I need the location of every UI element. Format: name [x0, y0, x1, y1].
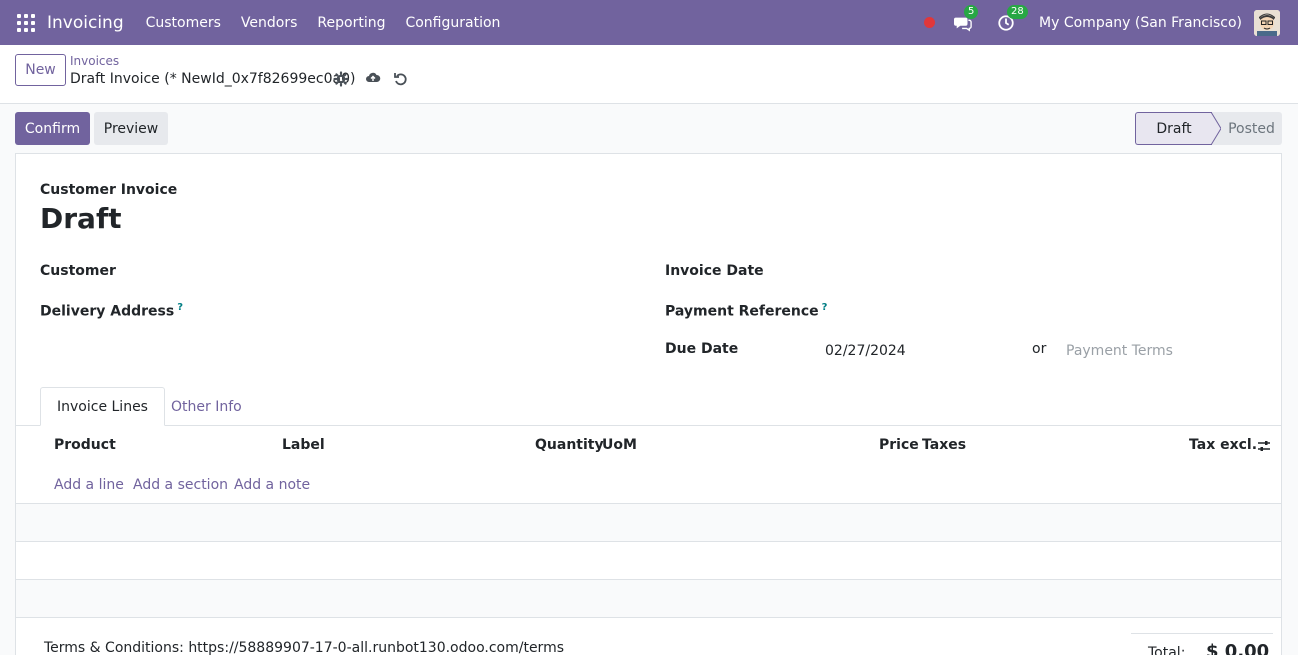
- preview-button[interactable]: Preview: [94, 112, 168, 145]
- menu-vendors[interactable]: Vendors: [231, 15, 307, 31]
- activities-badge: 28: [1007, 4, 1028, 19]
- tab-other-info[interactable]: Other Info: [155, 387, 258, 426]
- user-avatar[interactable]: [1254, 9, 1280, 36]
- column-taxes[interactable]: Taxes: [922, 437, 966, 453]
- app-name[interactable]: Invoicing: [47, 13, 124, 33]
- navbar-systray: 5 28 My Company (San Francisco): [924, 0, 1298, 45]
- optional-columns-toggle-icon[interactable]: [1257, 439, 1271, 453]
- control-panel: New Invoices Draft Invoice (* NewId_0x7f…: [0, 45, 1298, 104]
- add-section-link[interactable]: Add a section: [133, 477, 228, 493]
- status-bar: Posted Draft: [1135, 112, 1282, 145]
- payment-terms-input[interactable]: Payment Terms: [1066, 343, 1173, 359]
- due-date-label: Due Date: [665, 341, 739, 357]
- move-type-label: Customer Invoice: [40, 182, 178, 198]
- tab-invoice-lines[interactable]: Invoice Lines: [40, 387, 165, 426]
- recording-indicator-icon[interactable]: [924, 17, 936, 28]
- tab-divider: [16, 425, 1281, 426]
- row-divider: [16, 617, 1281, 618]
- or-separator: or: [1032, 341, 1047, 357]
- activities-clock-icon[interactable]: 28: [996, 4, 1028, 33]
- column-product[interactable]: Product: [54, 437, 116, 453]
- menu-configuration[interactable]: Configuration: [395, 15, 510, 31]
- payment-reference-label: Payment Reference?: [665, 302, 828, 320]
- invoice-date-label: Invoice Date: [665, 263, 764, 279]
- terms-and-conditions: Terms & Conditions: https://58889907-17-…: [44, 640, 565, 655]
- messages-badge: 5: [964, 4, 979, 19]
- new-button[interactable]: New: [15, 54, 66, 86]
- add-note-link[interactable]: Add a note: [234, 477, 310, 493]
- company-switcher[interactable]: My Company (San Francisco): [1039, 15, 1242, 31]
- breadcrumb-invoices[interactable]: Invoices: [70, 54, 119, 68]
- discard-undo-icon[interactable]: [393, 71, 409, 87]
- menu-customers[interactable]: Customers: [136, 15, 231, 31]
- invoice-form-sheet: Customer Invoice Draft Customer Delivery…: [15, 153, 1282, 655]
- help-tooltip-icon[interactable]: ?: [822, 302, 828, 313]
- add-line-link[interactable]: Add a line: [54, 477, 124, 493]
- confirm-button[interactable]: Confirm: [15, 112, 90, 145]
- total-amount: $ 0.00: [1206, 641, 1270, 655]
- cloud-save-icon[interactable]: [365, 70, 381, 86]
- status-arrow-icon: [1197, 112, 1221, 145]
- empty-row: [16, 504, 1281, 542]
- invoice-title: Draft: [40, 202, 122, 235]
- column-uom[interactable]: UoM: [602, 437, 637, 453]
- total-divider: [1131, 633, 1273, 634]
- column-tax-excl[interactable]: Tax excl.: [1189, 437, 1257, 453]
- total-label: Total:: [1148, 645, 1186, 655]
- column-label[interactable]: Label: [282, 437, 325, 453]
- top-navbar: Invoicing Customers Vendors Reporting Co…: [0, 0, 1298, 45]
- column-quantity[interactable]: Quantity: [535, 437, 604, 453]
- gear-icon[interactable]: [333, 71, 349, 87]
- delivery-address-label: Delivery Address?: [40, 302, 183, 320]
- customer-label: Customer: [40, 263, 116, 279]
- breadcrumb-current-record: Draft Invoice (* NewId_0x7f82699ec0a0): [70, 71, 356, 87]
- column-price[interactable]: Price: [879, 437, 919, 453]
- apps-menu-icon[interactable]: [17, 13, 35, 32]
- menu-reporting[interactable]: Reporting: [307, 15, 395, 31]
- help-tooltip-icon[interactable]: ?: [177, 302, 183, 313]
- due-date-input[interactable]: 02/27/2024: [825, 343, 906, 359]
- row-divider: [16, 541, 1281, 542]
- messages-icon[interactable]: 5: [953, 4, 979, 33]
- empty-row: [16, 580, 1281, 618]
